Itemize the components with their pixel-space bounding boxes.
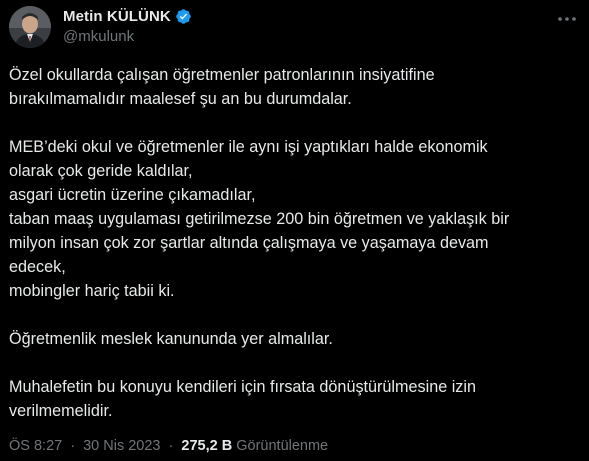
- tweet-meta: ÖS 8:27 · 30 Nis 2023 · 275,2 B Görüntül…: [9, 438, 328, 454]
- tweet-line: Özel okullarda çalışan öğretmenler patro…: [9, 66, 435, 84]
- tweet-line: Muhalefetin bu konuyu kendileri için fır…: [9, 378, 476, 396]
- avatar[interactable]: [9, 6, 51, 48]
- tweet-line: milyon insan çok zor şartlar altında çal…: [9, 234, 489, 252]
- tweet-line: Öğretmenlik meslek kanununda yer almalıl…: [9, 330, 333, 348]
- tweet-paragraph: Öğretmenlik meslek kanununda yer almalıl…: [9, 327, 579, 351]
- meta-separator: ·: [168, 438, 174, 454]
- views-label: Görüntülenme: [236, 438, 329, 454]
- tweet-line: mobingler hariç tabii ki.: [9, 282, 175, 300]
- more-options-icon[interactable]: [556, 10, 578, 28]
- display-name[interactable]: Metin KÜLÜNK: [63, 8, 171, 25]
- tweet-line: edecek,: [9, 258, 66, 276]
- tweet-line: taban maaş uygulaması getirilmezse 200 b…: [9, 210, 510, 228]
- tweet-paragraph: MEB’deki okul ve öğretmenler ile aynı iş…: [9, 135, 579, 303]
- tweet-paragraph: Özel okullarda çalışan öğretmenler patro…: [9, 63, 579, 111]
- tweet: Metin KÜLÜNK @mkulunk Özel okullarda çal…: [0, 0, 589, 461]
- tweet-line: asgari ücretin üzerine çıkamadılar,: [9, 186, 256, 204]
- tweet-line: bırakılmamalıdır maalesef şu an bu durum…: [9, 90, 352, 108]
- views-count: 275,2 B: [181, 438, 233, 454]
- tweet-line: verilmemelidir.: [9, 402, 113, 420]
- meta-separator: ·: [70, 438, 76, 454]
- verified-badge-icon: [175, 8, 192, 25]
- tweet-text: Özel okullarda çalışan öğretmenler patro…: [9, 63, 579, 423]
- tweet-line: olarak çok geride kaldılar,: [9, 162, 193, 180]
- tweet-paragraph: Muhalefetin bu konuyu kendileri için fır…: [9, 375, 579, 423]
- tweet-time[interactable]: ÖS 8:27: [9, 438, 62, 454]
- tweet-date[interactable]: 30 Nis 2023: [83, 438, 160, 454]
- handle[interactable]: @mkulunk: [63, 28, 134, 45]
- name-row: Metin KÜLÜNK: [63, 6, 192, 26]
- tweet-line: MEB’deki okul ve öğretmenler ile aynı iş…: [9, 138, 488, 156]
